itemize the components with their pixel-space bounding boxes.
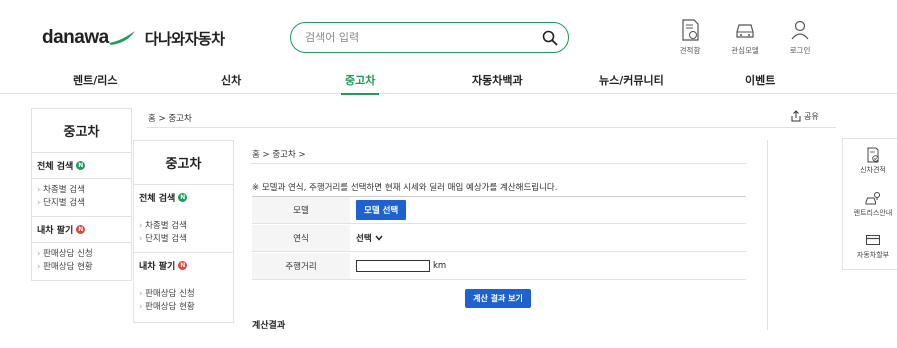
share-icon (791, 110, 801, 122)
nav-rent-lease[interactable]: 렌트/리스 (73, 72, 118, 88)
site-logo[interactable]: danawa 다나와자동차 (42, 27, 225, 49)
logo-korean: 다나와자동차 (144, 29, 225, 48)
nav-used-car[interactable]: 중고차 (340, 72, 380, 95)
sidebar-section-search-label: 전체 검색 (37, 162, 74, 172)
result-title: 계산결과 (252, 321, 286, 331)
quick-rent-lease-guide-label: 렌트리스안내 (853, 209, 893, 217)
quick-menu: 신차견적 렌트리스안내 자동차할부 (842, 138, 897, 270)
inner-sidebar-section-sell-label: 내차 팔기 (139, 262, 176, 272)
quick-car-installment[interactable]: 자동차할부 (843, 232, 897, 260)
login-button[interactable]: 로그인 (776, 18, 824, 56)
content-divider (767, 140, 768, 330)
nav-news-community[interactable]: 뉴스/커뮤니티 (599, 72, 664, 88)
breadcrumb-current: 중고차 (168, 114, 192, 124)
estimate-check-icon (867, 147, 879, 163)
quick-new-car-estimate[interactable]: 신차견적 (843, 147, 897, 175)
calc-notice: ※ 모델과 연식, 주행거리를 선택하면 현재 시세와 딜러 매입 예상가를 계… (252, 183, 558, 193)
estimate-box-button[interactable]: 견적함 (666, 18, 714, 56)
favorite-model-label: 관심모델 (731, 46, 759, 55)
year-select-value: 선택 (356, 234, 372, 244)
model-row: 모델 모델 선택 (252, 197, 746, 224)
sidebar-section-search[interactable]: 전체 검색 N (32, 153, 131, 179)
inner-sidebar-section-search[interactable]: 전체 검색 N (134, 185, 233, 210)
mileage-unit: km (433, 261, 447, 271)
search-bar (290, 22, 569, 53)
model-label: 모델 (252, 197, 350, 223)
inner-sidebar-item-consult-status[interactable]: 판매상담 현황 (139, 301, 228, 314)
inner-sidebar-section-sell[interactable]: 내차 팔기 N (134, 252, 233, 278)
quick-new-car-estimate-label: 신차견적 (860, 166, 886, 174)
quick-car-installment-label: 자동차할부 (856, 251, 890, 259)
divider (146, 127, 836, 128)
sidebar-item-by-complex[interactable]: 단지별 검색 (37, 197, 126, 210)
mileage-input[interactable] (356, 260, 430, 272)
inner-sidebar-item-by-type[interactable]: 차종별 검색 (139, 220, 228, 233)
nav-new-car[interactable]: 신차 (221, 72, 241, 88)
logo-swoosh-icon (108, 31, 135, 45)
sidebar-section-sell-label: 내차 팔기 (37, 226, 74, 236)
inner-sidebar-sell-list: 판매상담 신청 판매상담 현황 (134, 278, 233, 320)
quick-rent-lease-guide[interactable]: 렌트리스안내 (843, 190, 897, 218)
nav-event[interactable]: 이벤트 (745, 72, 775, 88)
new-badge: N (76, 161, 86, 170)
sidebar-item-consult-status[interactable]: 판매상담 현황 (37, 261, 126, 274)
share-label: 공유 (804, 111, 819, 121)
calculate-button[interactable]: 계산 결과 보기 (465, 289, 531, 308)
main-navigation: 렌트/리스 신차 중고차 자동차백과 뉴스/커뮤니티 이벤트 (0, 72, 897, 95)
car-icon (736, 24, 754, 38)
estimate-box-label: 견적함 (679, 46, 701, 55)
sidebar-sell-list: 판매상담 신청 판매상담 현황 (32, 243, 131, 280)
breadcrumb-separator: > (158, 114, 166, 124)
sidebar-title: 중고차 (32, 109, 131, 153)
inner-sidebar-title: 중고차 (134, 141, 233, 185)
inner-sidebar-item-by-complex[interactable]: 단지별 검색 (139, 233, 228, 246)
sidebar-item-by-type[interactable]: 차종별 검색 (37, 184, 126, 197)
divider (250, 163, 746, 164)
sidebar-section-sell[interactable]: 내차 팔기 N (32, 217, 131, 243)
car-key-icon (865, 192, 880, 205)
favorite-model-button[interactable]: 관심모델 (721, 18, 769, 56)
left-sidebar: 중고차 전체 검색 N 차종별 검색 단지별 검색 내차 팔기 N 판매상담 신… (31, 108, 132, 281)
breadcrumb-home[interactable]: 홈 (148, 114, 156, 124)
model-select-button[interactable]: 모델 선택 (356, 200, 407, 220)
year-label: 연식 (252, 225, 350, 251)
search-input[interactable] (305, 31, 542, 44)
new-badge: N (76, 225, 86, 234)
sidebar-search-list: 차종별 검색 단지별 검색 (32, 179, 131, 217)
chevron-down-icon (375, 235, 383, 241)
inner-sidebar-item-consult-request[interactable]: 판매상담 신청 (139, 288, 228, 301)
estimate-document-icon (682, 19, 699, 41)
sidebar-item-consult-request[interactable]: 판매상담 신청 (37, 248, 126, 261)
new-badge: N (178, 261, 188, 270)
search-icon[interactable] (542, 30, 558, 46)
mileage-row: 주행거리 km (252, 253, 746, 280)
year-select[interactable]: 선택 (356, 232, 383, 244)
share-button[interactable]: 공유 (790, 110, 819, 122)
breadcrumb: 홈 > 중고차 (148, 112, 192, 124)
mileage-label: 주행거리 (252, 253, 350, 279)
inner-sidebar-section-search-label: 전체 검색 (139, 194, 176, 204)
inner-sidebar-search-list: 차종별 검색 단지별 검색 (134, 210, 233, 252)
login-label: 로그인 (789, 46, 811, 55)
user-icon (791, 20, 809, 40)
nav-car-encyclopedia[interactable]: 자동차백과 (472, 72, 523, 88)
inner-sidebar: 중고차 전체 검색 N 차종별 검색 단지별 검색 내차 팔기 N 판매상담 신… (133, 140, 234, 323)
year-row: 연식 선택 (252, 225, 746, 252)
inner-breadcrumb: 홈 > 중고차 > (252, 150, 306, 160)
new-badge: N (178, 193, 188, 202)
card-icon (866, 235, 880, 245)
logo-english: danawa (42, 27, 109, 48)
